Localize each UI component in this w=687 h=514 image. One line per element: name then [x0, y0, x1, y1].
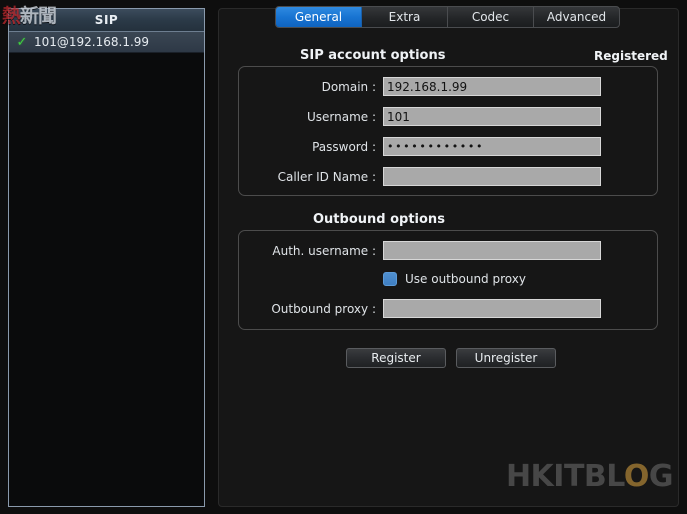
auth-username-input[interactable] — [383, 241, 601, 260]
password-field-row: Password : — [243, 137, 601, 156]
sidebar-header: SIP — [9, 9, 204, 32]
caller-id-name-field-row: Caller ID Name : — [243, 167, 601, 186]
domain-input[interactable] — [383, 77, 601, 96]
outbound-proxy-field-row: Outbound proxy : — [243, 299, 601, 318]
outbound-options-heading: Outbound options — [313, 212, 445, 227]
sip-account-list[interactable]: ✓ 101@192.168.1.99 — [9, 32, 204, 53]
use-outbound-proxy-checkbox[interactable] — [383, 272, 397, 286]
sip-account-options-heading: SIP account options — [300, 48, 446, 63]
list-item[interactable]: ✓ 101@192.168.1.99 — [9, 32, 204, 53]
caller-id-name-input[interactable] — [383, 167, 601, 186]
tab-extra-label: Extra — [388, 10, 421, 24]
username-field-row: Username : — [243, 107, 601, 126]
sip-accounts-sidebar: SIP ✓ 101@192.168.1.99 — [8, 8, 205, 507]
use-outbound-proxy-row[interactable]: Use outbound proxy — [383, 272, 526, 286]
sidebar-empty-area — [9, 53, 204, 505]
tab-general[interactable]: General — [276, 7, 362, 27]
caller-id-name-label: Caller ID Name : — [277, 169, 376, 184]
domain-label: Domain : — [321, 79, 376, 94]
tab-general-label: General — [294, 10, 343, 24]
domain-field-row: Domain : — [243, 77, 601, 96]
auth-username-label: Auth. username : — [272, 243, 376, 258]
password-label: Password : — [312, 139, 376, 154]
sip-account-label: 101@192.168.1.99 — [34, 35, 150, 49]
unregister-button-label: Unregister — [474, 351, 538, 365]
register-button-label: Register — [371, 351, 421, 365]
check-icon: ✓ — [16, 34, 28, 50]
tab-codec-label: Codec — [471, 10, 510, 24]
status-badge: Registered — [594, 49, 668, 63]
tab-extra[interactable]: Extra — [362, 7, 448, 27]
tab-advanced-label: Advanced — [546, 10, 607, 24]
tab-advanced[interactable]: Advanced — [534, 7, 619, 27]
sidebar-title: SIP — [94, 13, 119, 27]
application-window: SIP ✓ 101@192.168.1.99 熱新聞 General Extra… — [0, 0, 687, 514]
outbound-proxy-label: Outbound proxy : — [271, 301, 376, 316]
unregister-button[interactable]: Unregister — [456, 348, 556, 368]
username-label: Username : — [306, 109, 376, 124]
password-input[interactable] — [383, 137, 601, 156]
username-input[interactable] — [383, 107, 601, 126]
tab-bar: General Extra Codec Advanced — [275, 6, 620, 28]
register-button[interactable]: Register — [346, 348, 446, 368]
tab-codec[interactable]: Codec — [448, 7, 534, 27]
use-outbound-proxy-label: Use outbound proxy — [405, 272, 526, 286]
outbound-proxy-input[interactable] — [383, 299, 601, 318]
auth-username-field-row: Auth. username : — [243, 241, 601, 260]
